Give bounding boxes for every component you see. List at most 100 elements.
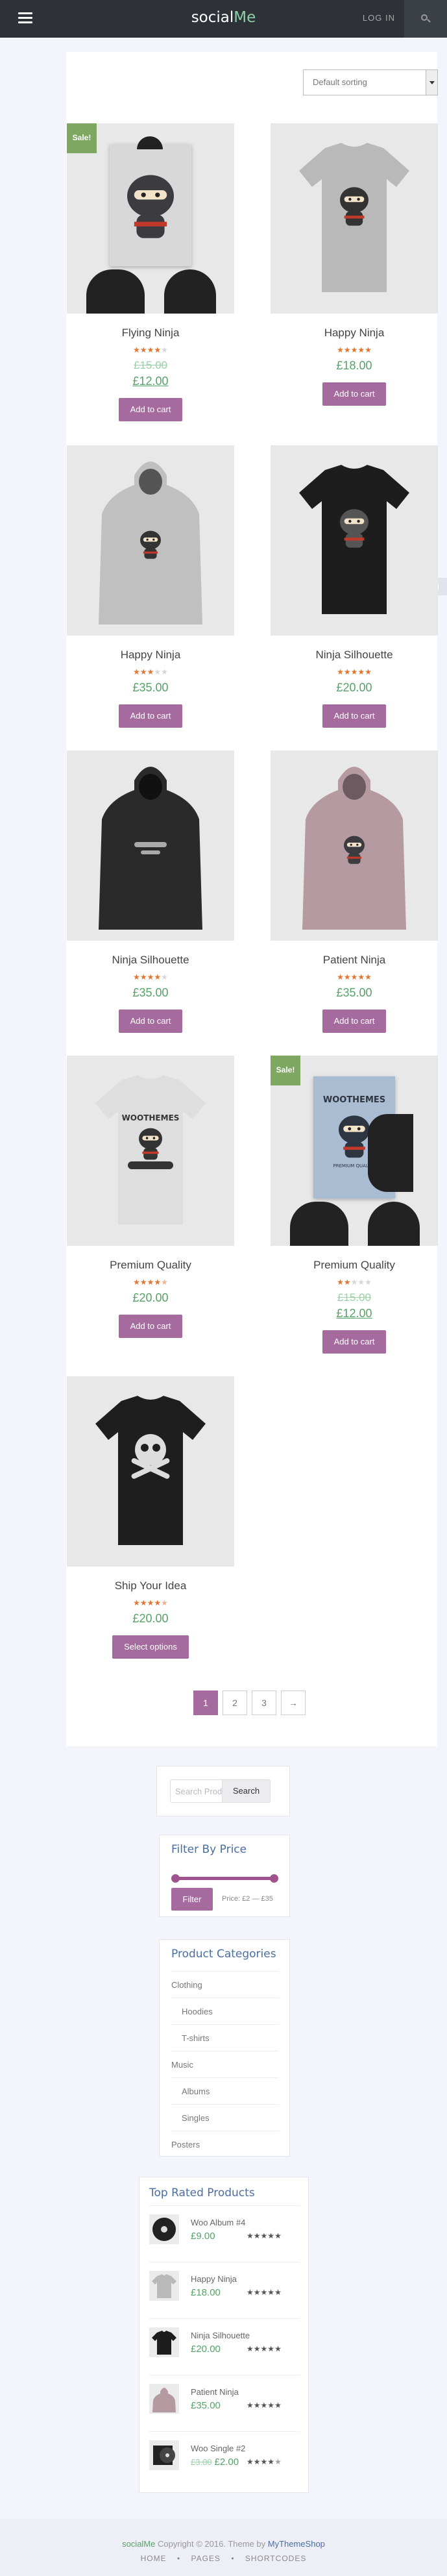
product-title[interactable]: Ninja Silhouette — [271, 649, 438, 663]
product-title[interactable]: Ninja Silhouette — [191, 2331, 250, 2340]
product-card[interactable]: Patient Ninja ★★★★★ £35.00 Add to cart — [271, 750, 438, 1033]
product-price: £35.00 — [132, 681, 169, 694]
product-title[interactable]: Happy Ninja — [67, 649, 234, 663]
filter-button[interactable]: Filter — [171, 1888, 213, 1911]
price-filter-widget: Filter By Price Filter Price: £2 — £35 — [159, 1835, 290, 1917]
product-title[interactable]: Premium Quality — [67, 1259, 234, 1273]
copyright: socialMe Copyright © 2016. Theme by MyTh… — [122, 2539, 325, 2549]
product-thumbnail[interactable] — [149, 2327, 179, 2357]
login-link[interactable]: LOG IN — [363, 13, 395, 23]
product-card[interactable]: Sale! WOOTHEMES PREMIUM QUALITY Premium … — [271, 1056, 438, 1354]
product-image[interactable]: Sale! — [67, 123, 234, 314]
category-link[interactable]: Posters — [171, 2131, 279, 2157]
product-card[interactable]: Ship Your Idea ★★★★★ £20.00 Select optio… — [67, 1376, 234, 1659]
product-image[interactable] — [67, 750, 234, 941]
search-icon[interactable] — [404, 0, 447, 38]
product-title[interactable]: Woo Album #4 — [191, 2218, 245, 2227]
product-price: £18.00 — [336, 359, 372, 372]
max-price-handle[interactable] — [270, 1874, 278, 1883]
top-rated-item[interactable]: Patient Ninja £35.00 ★★★★★ — [149, 2375, 300, 2431]
footer-nav-home[interactable]: HOME — [141, 2554, 167, 2563]
product-title[interactable]: Ship Your Idea — [67, 1579, 234, 1594]
top-rated-item[interactable]: Happy Ninja £18.00 ★★★★★ — [149, 2262, 300, 2318]
product-card[interactable]: Ninja Silhouette ★★★★★ £20.00 Add to car… — [271, 445, 438, 728]
product-price: £35.00 — [191, 2400, 221, 2411]
product-image[interactable] — [67, 1376, 234, 1567]
sale-badge: Sale! — [67, 123, 97, 153]
add-to-cart-button[interactable]: Add to cart — [118, 398, 183, 421]
star-rating: ★★★★★ — [133, 1278, 168, 1287]
star-rating: ★★★★★ — [247, 2344, 282, 2353]
star-rating: ★★★★★ — [133, 667, 168, 676]
add-to-cart-button[interactable]: Add to cart — [118, 1009, 183, 1033]
product-title[interactable]: Patient Ninja — [191, 2387, 239, 2397]
star-rating: ★★★★★ — [133, 1598, 168, 1607]
page-3-button[interactable]: 3 — [252, 1690, 276, 1715]
page-1-button[interactable]: 1 — [193, 1690, 218, 1715]
add-to-cart-button[interactable]: Add to cart — [118, 1315, 183, 1338]
product-card[interactable]: Ninja Silhouette ★★★★★ £35.00 Add to car… — [67, 750, 234, 1033]
sort-select[interactable]: Default sorting — [303, 69, 438, 95]
product-image[interactable] — [271, 123, 438, 314]
product-card[interactable]: Happy Ninja ★★★★★ £18.00 Add to cart — [271, 123, 438, 406]
star-rating: ★★★★★ — [337, 1278, 372, 1287]
product-thumbnail[interactable] — [149, 2384, 179, 2414]
product-image[interactable]: Sale! WOOTHEMES PREMIUM QUALITY — [271, 1056, 438, 1246]
add-to-cart-button[interactable]: Select options — [112, 1635, 189, 1659]
add-to-cart-button[interactable]: Add to cart — [322, 1009, 387, 1033]
product-price: £9.00 — [191, 2231, 215, 2242]
product-price: £3.00 £2.00 — [191, 2457, 239, 2468]
product-title[interactable]: Patient Ninja — [271, 954, 438, 968]
product-title[interactable]: Flying Ninja — [67, 327, 234, 341]
top-rated-item[interactable]: Woo Single #2 £3.00 £2.00 ★★★★★ — [149, 2431, 300, 2487]
search-button[interactable]: Search — [222, 1779, 271, 1803]
next-page-button[interactable]: → — [281, 1690, 306, 1715]
min-price-handle[interactable] — [171, 1874, 180, 1883]
product-card[interactable]: Happy Ninja ★★★★★ £35.00 Add to cart — [67, 445, 234, 728]
add-to-cart-button[interactable]: Add to cart — [322, 704, 387, 728]
product-image[interactable] — [271, 445, 438, 636]
product-price: £12.00 — [132, 375, 169, 388]
add-to-cart-button[interactable]: Add to cart — [322, 1330, 387, 1354]
category-link[interactable]: Hoodies — [171, 1998, 279, 2024]
svg-text:WOOTHEMES: WOOTHEMES — [122, 1113, 180, 1122]
footer: socialMe Copyright © 2016. Theme by MyTh… — [0, 2519, 447, 2576]
category-link[interactable]: T-shirts — [171, 2024, 279, 2051]
product-title[interactable]: Woo Single #2 — [191, 2444, 245, 2453]
product-card[interactable]: Sale! Flying Ninja ★★★★★ £15.00 £12.00 A… — [67, 123, 234, 421]
price-range-slider[interactable] — [171, 1874, 278, 1883]
add-to-cart-button[interactable]: Add to cart — [322, 382, 387, 406]
svg-text:WOOTHEMES: WOOTHEMES — [323, 1095, 385, 1105]
category-link[interactable]: Clothing — [171, 1971, 279, 1998]
product-image[interactable] — [67, 445, 234, 636]
search-input[interactable]: Search Products… — [170, 1779, 222, 1803]
product-image[interactable]: WOOTHEMES — [67, 1056, 234, 1246]
product-thumbnail[interactable] — [149, 2440, 179, 2470]
footer-nav-shortcodes[interactable]: SHORTCODES — [245, 2554, 306, 2563]
add-to-cart-button[interactable]: Add to cart — [118, 704, 183, 728]
sale-badge: Sale! — [271, 1056, 300, 1085]
star-rating: ★★★★★ — [337, 345, 372, 354]
product-thumbnail[interactable] — [149, 2271, 179, 2301]
category-link[interactable]: Singles — [171, 2104, 279, 2131]
categories-widget: Product Categories Clothing Hoodies T-shir… — [159, 1939, 290, 2157]
product-title[interactable]: Happy Ninja — [191, 2274, 237, 2284]
product-title[interactable]: Happy Ninja — [271, 327, 438, 341]
product-price: £18.00 — [191, 2287, 221, 2298]
product-price: £12.00 — [336, 1307, 372, 1320]
product-title[interactable]: Premium Quality — [271, 1259, 438, 1273]
product-price: £20.00 — [132, 1291, 169, 1304]
footer-brand-link[interactable]: socialMe — [122, 2539, 155, 2549]
top-rated-item[interactable]: Woo Album #4 £9.00 ★★★★★ — [149, 2205, 300, 2261]
product-image[interactable] — [271, 750, 438, 941]
footer-nav-pages[interactable]: PAGES — [191, 2554, 221, 2563]
product-thumbnail[interactable] — [149, 2214, 179, 2244]
category-link[interactable]: Albums — [171, 2077, 279, 2104]
category-link[interactable]: Music — [171, 2051, 279, 2077]
theme-author-link[interactable]: MyThemeShop — [268, 2539, 325, 2549]
product-title[interactable]: Ninja Silhouette — [67, 954, 234, 968]
hamburger-menu-icon[interactable] — [18, 12, 32, 24]
page-2-button[interactable]: 2 — [223, 1690, 247, 1715]
product-card[interactable]: WOOTHEMES Premium Quality ★★★★★ £20.00 A… — [67, 1056, 234, 1338]
top-rated-item[interactable]: Ninja Silhouette £20.00 ★★★★★ — [149, 2318, 300, 2374]
